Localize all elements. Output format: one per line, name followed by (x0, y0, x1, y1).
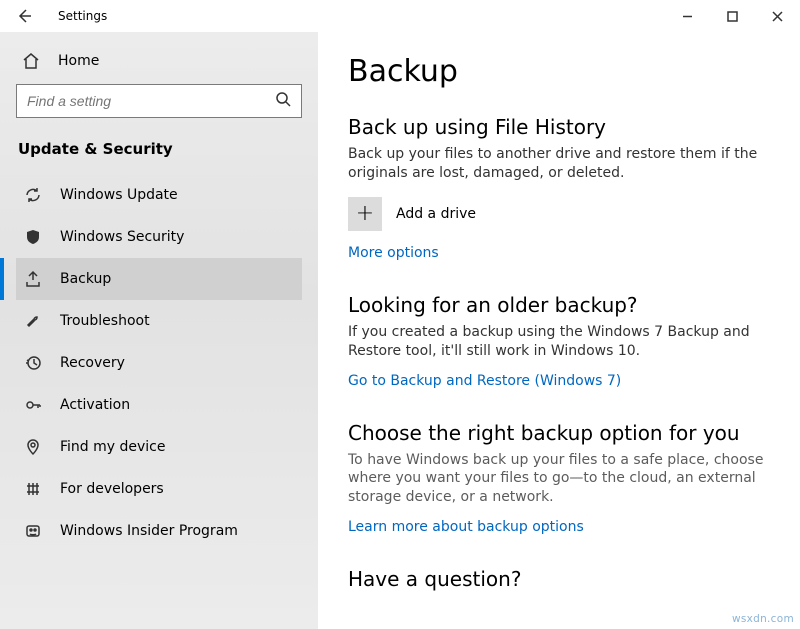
sidebar-item-troubleshoot[interactable]: Troubleshoot (16, 300, 302, 342)
maximize-button[interactable] (710, 0, 755, 32)
key-icon (24, 396, 42, 414)
section-older-backup: Looking for an older backup? If you crea… (348, 293, 772, 413)
sidebar-item-label: Windows Security (60, 229, 184, 245)
older-backup-heading: Looking for an older backup? (348, 293, 772, 317)
file-history-heading: Back up using File History (348, 115, 772, 139)
sidebar-item-label: Windows Update (60, 187, 178, 203)
sidebar-item-label: Find my device (60, 439, 166, 455)
sidebar-item-windows-insider[interactable]: Windows Insider Program (16, 510, 302, 552)
choose-option-heading: Choose the right backup option for you (348, 421, 772, 445)
section-choose-option: Choose the right backup option for you T… (348, 421, 772, 560)
close-button[interactable] (755, 0, 800, 32)
back-button[interactable] (14, 8, 34, 24)
sync-icon (24, 186, 42, 204)
developers-icon (24, 480, 42, 498)
section-question: Have a question? (348, 567, 772, 591)
sidebar-item-label: Backup (60, 271, 111, 287)
window-controls (665, 0, 800, 32)
home-label: Home (58, 53, 99, 69)
close-icon (772, 11, 783, 22)
main-content: Backup Back up using File History Back u… (318, 32, 800, 629)
sidebar-item-backup[interactable]: Backup (16, 258, 302, 300)
older-backup-body: If you created a backup using the Window… (348, 323, 772, 361)
search-input[interactable] (27, 93, 275, 109)
nav-list: Windows Update Windows Security Backup T… (16, 174, 302, 552)
choose-option-body: To have Windows back up your files to a … (348, 451, 772, 508)
page-title: Backup (348, 54, 772, 89)
home-nav[interactable]: Home (16, 44, 302, 84)
maximize-icon (727, 11, 738, 22)
learn-more-link[interactable]: Learn more about backup options (348, 519, 584, 535)
file-history-body: Back up your files to another drive and … (348, 145, 772, 183)
sidebar-item-label: Windows Insider Program (60, 523, 238, 539)
location-icon (24, 438, 42, 456)
sidebar-item-label: Recovery (60, 355, 125, 371)
window-title: Settings (58, 9, 107, 23)
sidebar-item-label: For developers (60, 481, 164, 497)
sidebar-item-recovery[interactable]: Recovery (16, 342, 302, 384)
home-icon (22, 52, 40, 70)
titlebar: Settings (0, 0, 800, 32)
sidebar-item-for-developers[interactable]: For developers (16, 468, 302, 510)
insider-icon (24, 522, 42, 540)
wrench-icon (24, 312, 42, 330)
sidebar-item-activation[interactable]: Activation (16, 384, 302, 426)
add-drive-button[interactable]: + Add a drive (348, 197, 772, 231)
search-icon (275, 91, 291, 111)
minimize-icon (682, 11, 693, 22)
backup-restore-link[interactable]: Go to Backup and Restore (Windows 7) (348, 373, 621, 389)
sidebar-section-header: Update & Security (18, 140, 302, 158)
shield-icon (24, 228, 42, 246)
plus-icon: + (348, 197, 382, 231)
sidebar: Home Update & Security Windows Update Wi… (0, 32, 318, 629)
sidebar-item-windows-security[interactable]: Windows Security (16, 216, 302, 258)
arrow-left-icon (16, 8, 32, 24)
sidebar-item-windows-update[interactable]: Windows Update (16, 174, 302, 216)
history-icon (24, 354, 42, 372)
minimize-button[interactable] (665, 0, 710, 32)
backup-icon (24, 270, 42, 288)
watermark: wsxdn.com (732, 613, 794, 625)
sidebar-item-label: Troubleshoot (60, 313, 150, 329)
search-box[interactable] (16, 84, 302, 118)
question-heading: Have a question? (348, 567, 772, 591)
more-options-link[interactable]: More options (348, 245, 439, 261)
sidebar-item-label: Activation (60, 397, 130, 413)
sidebar-item-find-my-device[interactable]: Find my device (16, 426, 302, 468)
add-drive-label: Add a drive (396, 206, 476, 222)
section-file-history: Back up using File History Back up your … (348, 115, 772, 285)
